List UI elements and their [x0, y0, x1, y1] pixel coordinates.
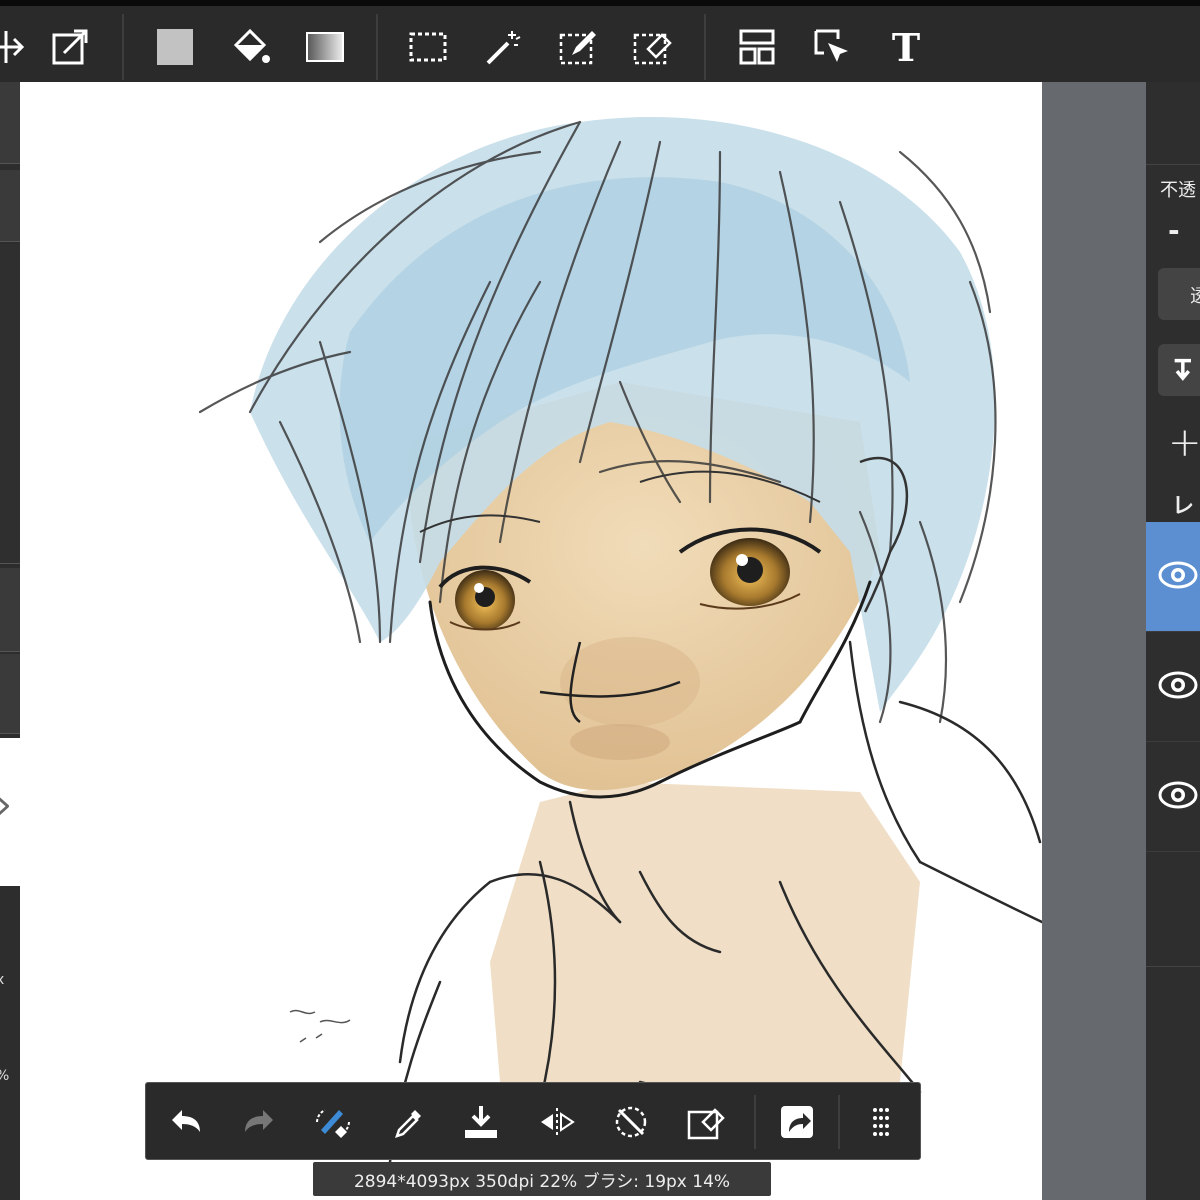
grid-dots-icon [873, 1108, 889, 1136]
redo-button[interactable] [234, 1097, 284, 1147]
toolbar-divider [838, 1095, 840, 1149]
canvas-status-bar: 2894*4093px 350dpi 22% ブラシ: 19px 14% [313, 1162, 771, 1196]
brush-preview[interactable]: › [0, 738, 20, 886]
select-pen-tool[interactable] [550, 16, 606, 78]
rotate-reset-button[interactable] [606, 1097, 656, 1147]
toolbar-divider [754, 1095, 756, 1149]
opacity-minus-button[interactable]: - [1168, 214, 1180, 247]
select-pen-icon [559, 31, 596, 65]
toolbar-divider [376, 14, 378, 80]
panel-layout-icon [739, 29, 775, 65]
layer-panel-divider [1146, 966, 1200, 967]
color-swatch-icon [157, 29, 193, 65]
left-panel: › x % [0, 82, 20, 1200]
cursor-select-icon [814, 29, 848, 62]
top-toolbar: T [0, 0, 1200, 82]
layout-tool[interactable] [729, 16, 785, 78]
share-button[interactable] [772, 1097, 822, 1147]
drawing-canvas[interactable] [20, 82, 1042, 1200]
bucket-tool[interactable] [222, 16, 278, 78]
toolbar-divider [704, 14, 706, 80]
blend-mode-label: 透 [1190, 286, 1200, 307]
rect-select-tool[interactable] [400, 16, 456, 78]
eye-visibility-icon[interactable] [1158, 778, 1198, 812]
undo-icon [172, 1110, 200, 1132]
fill-color-swatch[interactable] [147, 16, 203, 78]
toolbar-divider [122, 14, 124, 80]
layer-row[interactable] [1146, 632, 1200, 742]
export-tool[interactable] [42, 16, 98, 78]
brush-eraser-toggle[interactable] [308, 1097, 358, 1147]
artwork-illustration [198, 117, 1042, 1164]
canvas-background [1042, 82, 1146, 1200]
select-eraser-icon [633, 33, 672, 65]
fill-down-button[interactable] [456, 1097, 506, 1147]
layer-panel-header [1146, 82, 1200, 165]
arrow-down-icon [1174, 358, 1191, 381]
redo-icon [245, 1110, 273, 1132]
magic-wand-tool[interactable] [474, 16, 530, 78]
magic-wand-icon [486, 31, 521, 65]
paint-bucket-icon [233, 28, 270, 63]
rotate-reset-icon [615, 1106, 647, 1138]
chevron-right-icon[interactable]: › [0, 782, 12, 828]
brush-size-label: x [0, 972, 5, 988]
eyedropper-icon [395, 1110, 421, 1138]
download-fill-icon [465, 1106, 497, 1138]
text-tool-glyph: T [891, 24, 921, 70]
select-eraser-tool[interactable] [624, 16, 680, 78]
eye-visibility-icon[interactable] [1158, 668, 1198, 702]
gradient-icon [306, 32, 344, 62]
eyedropper-button[interactable] [382, 1097, 432, 1147]
flip-horizontal-icon [541, 1108, 575, 1136]
eye-visibility-icon[interactable] [1158, 558, 1198, 592]
layer-row[interactable] [1146, 522, 1200, 632]
transform-tool[interactable] [0, 16, 34, 78]
opacity-label: 不透 [1160, 180, 1196, 201]
bottom-toolbar [145, 1082, 921, 1160]
gradient-tool[interactable] [297, 16, 353, 78]
layer-row[interactable] [1146, 742, 1200, 852]
marquee-icon [409, 32, 447, 62]
brush-toggle-icon [316, 1109, 350, 1138]
move-arrows-icon [0, 31, 25, 63]
left-panel-section[interactable] [0, 568, 20, 652]
left-panel-section[interactable] [0, 82, 20, 164]
clear-layer-icon [687, 1108, 725, 1140]
text-tool[interactable]: T [878, 16, 934, 78]
object-select-tool[interactable] [804, 16, 860, 78]
merge-down-button[interactable] [1158, 344, 1200, 396]
layer-panel: 不透 - 透 + レ [1146, 82, 1200, 1200]
more-menu-button[interactable] [856, 1097, 906, 1147]
blend-mode-button[interactable]: 透 [1158, 268, 1200, 320]
brush-list[interactable] [0, 244, 20, 564]
left-panel-section[interactable] [0, 654, 20, 734]
share-icon [781, 1106, 813, 1138]
brush-opacity-label: % [0, 1068, 9, 1084]
flip-horizontal-button[interactable] [532, 1097, 582, 1147]
add-layer-button[interactable]: + [1168, 420, 1200, 466]
undo-button[interactable] [161, 1097, 211, 1147]
export-icon [52, 29, 88, 65]
left-panel-section[interactable] [0, 170, 20, 242]
clear-layer-button[interactable] [680, 1097, 730, 1147]
layer-section-label: レ [1172, 494, 1195, 519]
